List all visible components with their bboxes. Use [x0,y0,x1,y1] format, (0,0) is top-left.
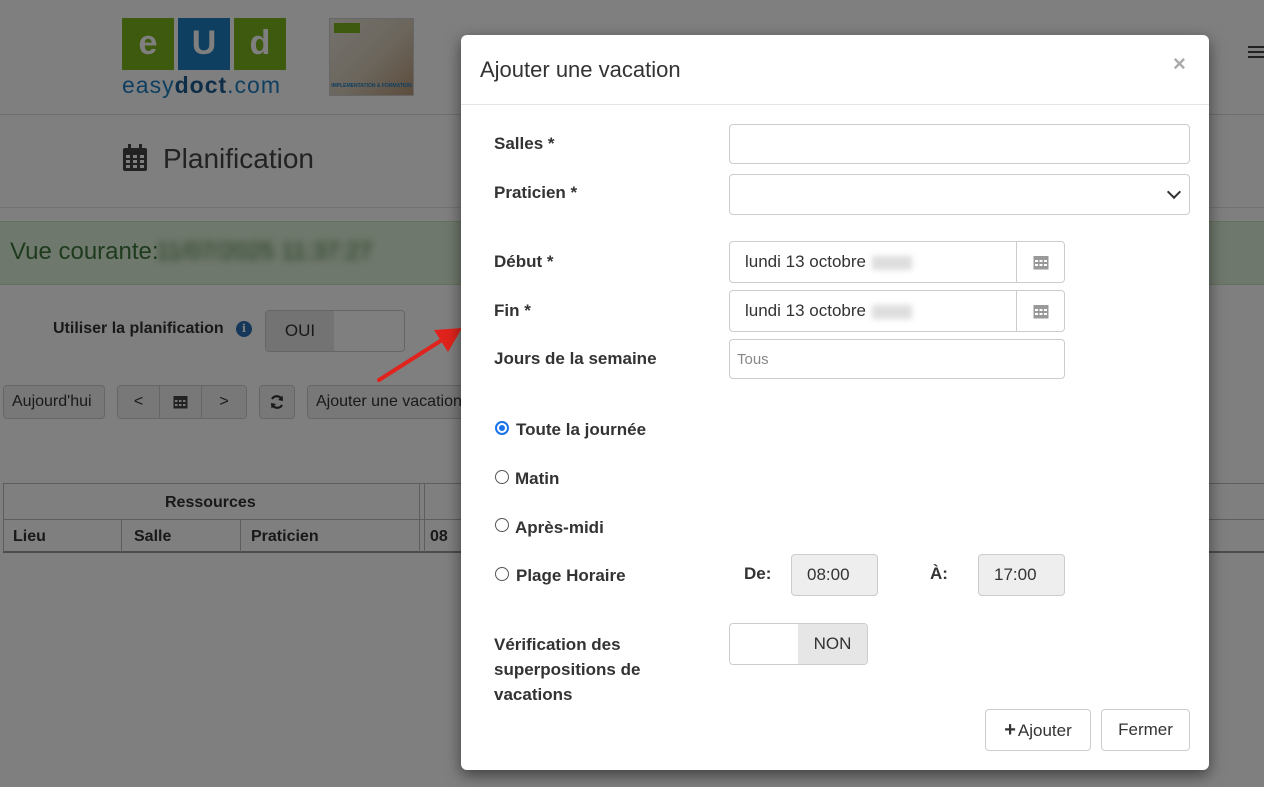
radio-plage-horaire[interactable] [495,567,509,581]
overlap-label-line2: superpositions de [494,660,641,679]
radio-toute-la-journee[interactable] [495,421,509,435]
radio-matin[interactable] [495,470,509,484]
close-icon[interactable]: × [1173,51,1186,77]
debut-label: Début * [494,252,554,271]
time-to-label: À: [930,564,948,583]
calendar-icon [1033,305,1048,319]
debut-calendar-button[interactable] [1017,242,1064,282]
annotation-arrow-icon [377,328,462,382]
debut-year-redacted [871,255,912,270]
chevron-down-icon [1166,184,1182,200]
radio-label-toute-la-journee[interactable]: Toute la journée [516,420,646,440]
time-from-input[interactable]: 08:00 [791,554,878,596]
modal-header: Ajouter une vacation × [461,35,1209,105]
fin-date-value: lundi 13 octobre [745,301,866,320]
ajouter-label: Ajouter [1017,721,1072,740]
plus-icon: + [1004,719,1016,741]
praticien-select[interactable] [729,174,1190,215]
toggle-off-label: NON [798,624,867,664]
overlap-label-line3: vacations [494,685,573,704]
radio-label-apres-midi[interactable]: Après-midi [515,518,604,538]
salles-input[interactable] [729,124,1190,164]
add-vacation-modal: Ajouter une vacation × Salles * Praticie… [461,35,1209,770]
time-to-input[interactable]: 17:00 [978,554,1065,596]
debut-date-input[interactable]: lundi 13 octobre [730,242,1017,282]
praticien-label: Praticien * [494,183,578,202]
fin-date-input[interactable]: lundi 13 octobre [730,291,1017,331]
jours-semaine-label: Jours de la semaine [494,349,657,368]
time-from-label: De: [744,564,772,583]
salles-label: Salles * [494,134,555,153]
jours-semaine-input[interactable]: Tous [729,339,1065,379]
fin-year-redacted [871,304,912,319]
toggle-handle [730,624,798,664]
radio-label-plage-horaire[interactable]: Plage Horaire [516,566,626,586]
fin-calendar-button[interactable] [1017,291,1064,331]
radio-apres-midi[interactable] [495,518,509,532]
ajouter-button[interactable]: + Ajouter [985,709,1091,751]
fin-date-picker[interactable]: lundi 13 octobre [729,290,1065,332]
overlap-check-toggle[interactable]: NON [729,623,868,665]
fermer-button[interactable]: Fermer [1101,709,1190,751]
overlap-check-label: Vérification des superpositions de vacat… [494,632,640,707]
radio-label-matin[interactable]: Matin [515,469,559,489]
fin-label: Fin * [494,301,531,320]
debut-date-picker[interactable]: lundi 13 octobre [729,241,1065,283]
overlap-label-line1: Vérification des [494,635,621,654]
calendar-icon [1033,256,1048,270]
modal-title: Ajouter une vacation [480,57,681,82]
debut-date-value: lundi 13 octobre [745,252,866,271]
jours-semaine-placeholder: Tous [737,351,769,368]
